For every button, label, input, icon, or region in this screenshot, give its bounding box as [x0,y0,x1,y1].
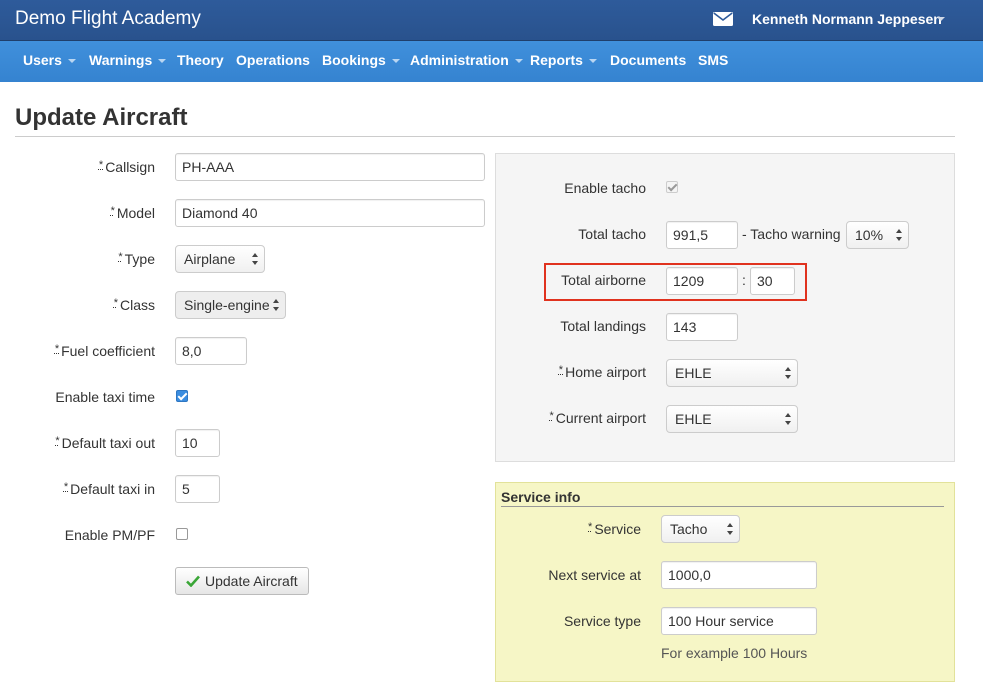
nav-theory[interactable]: Theory [177,52,224,68]
required-mark: * [55,435,60,447]
next-service-label: Next service at [548,567,641,583]
update-aircraft-button[interactable]: Update Aircraft [175,567,309,595]
service-label: * Service [588,521,641,537]
tacho-warning-select[interactable]: 10% [846,221,909,249]
total-landings-label: Total landings [560,318,646,334]
select-arrows-icon [252,253,259,265]
enable-taxi-time-checkbox[interactable] [176,390,188,402]
type-label: * Type [118,251,155,267]
service-type-input[interactable]: 100 Hour service [661,607,817,635]
page-title: Update Aircraft [15,104,188,131]
nav-reports[interactable]: Reports [530,52,597,68]
nav-documents[interactable]: Documents [610,52,686,68]
required-mark: * [118,251,123,263]
enable-taxi-time-label: Enable taxi time [55,389,155,405]
select-arrows-icon [785,413,792,425]
required-mark: * [63,481,69,493]
enable-tacho-label: Enable tacho [564,180,646,196]
airborne-minutes-input[interactable]: 30 [750,267,795,295]
service-type-help-text: For example 100 Hours [661,645,808,661]
required-mark: * [113,297,118,309]
current-airport-select[interactable]: EHLE [666,405,798,433]
model-input[interactable]: Diamond 40 [175,199,485,227]
callsign-label: * Callsign [98,159,155,175]
required-mark: * [110,205,115,217]
select-arrows-icon [273,299,280,311]
required-mark: * [588,521,593,533]
nav-bookings[interactable]: Bookings [322,52,400,68]
checkmark-icon [186,575,200,587]
tacho-warning-label: - Tacho warning [742,226,841,242]
enable-pmpf-checkbox[interactable] [176,528,188,540]
required-mark: * [98,159,104,171]
service-info-title: Service info [501,489,581,505]
airborne-separator: : [742,272,746,288]
required-mark: * [549,410,554,422]
total-tacho-input[interactable]: 991,5 [666,221,738,249]
envelope-icon[interactable] [713,12,733,26]
brand-title[interactable]: Demo Flight Academy [15,8,201,30]
select-arrows-icon [785,367,792,379]
nav-administration[interactable]: Administration [410,52,523,68]
airborne-hours-input[interactable]: 1209 [666,267,738,295]
default-taxi-in-label: * Default taxi in [63,481,155,497]
chevron-down-icon [391,59,400,64]
total-tacho-label: Total tacho [578,226,646,242]
select-arrows-icon [727,523,734,535]
chevron-down-icon [67,59,76,64]
fuel-coefficient-input[interactable]: 8,0 [175,337,247,365]
chevron-down-icon[interactable] [937,17,945,21]
title-divider [15,136,955,137]
class-select[interactable]: Single-engine [175,291,286,319]
top-bar: Demo Flight Academy Kenneth Normann Jepp… [0,0,983,41]
required-mark: * [54,343,60,355]
user-menu-name[interactable]: Kenneth Normann Jeppesen [752,11,942,27]
enable-pmpf-label: Enable PM/PF [64,527,155,543]
fuel-coefficient-label: * Fuel coefficient [54,343,155,359]
model-label: * Model [110,205,155,221]
total-landings-input[interactable]: 143 [666,313,738,341]
nav-sms[interactable]: SMS [698,52,728,68]
current-airport-label: * Current airport [549,410,646,426]
home-airport-select[interactable]: EHLE [666,359,798,387]
class-label: * Class [113,297,155,313]
chevron-down-icon [158,59,167,64]
service-select[interactable]: Tacho [661,515,740,543]
select-arrows-icon [896,229,903,241]
nav-users[interactable]: Users [23,52,76,68]
next-service-input[interactable]: 1000,0 [661,561,817,589]
main-nav: Users Warnings Theory Operations Booking… [0,41,983,82]
default-taxi-out-label: * Default taxi out [55,435,155,451]
nav-warnings[interactable]: Warnings [89,52,167,68]
default-taxi-out-input[interactable]: 10 [175,429,220,457]
nav-operations[interactable]: Operations [236,52,310,68]
type-select[interactable]: Airplane [175,245,265,273]
chevron-down-icon [514,59,523,64]
home-airport-label: * Home airport [558,364,646,380]
enable-tacho-checkbox[interactable] [666,181,678,193]
default-taxi-in-input[interactable]: 5 [175,475,220,503]
service-info-divider [501,506,944,507]
total-airborne-label: Total airborne [561,272,646,288]
service-type-label: Service type [563,613,641,629]
callsign-input[interactable]: PH-AAA [175,153,485,181]
required-mark: * [558,364,564,376]
chevron-down-icon [588,59,597,64]
